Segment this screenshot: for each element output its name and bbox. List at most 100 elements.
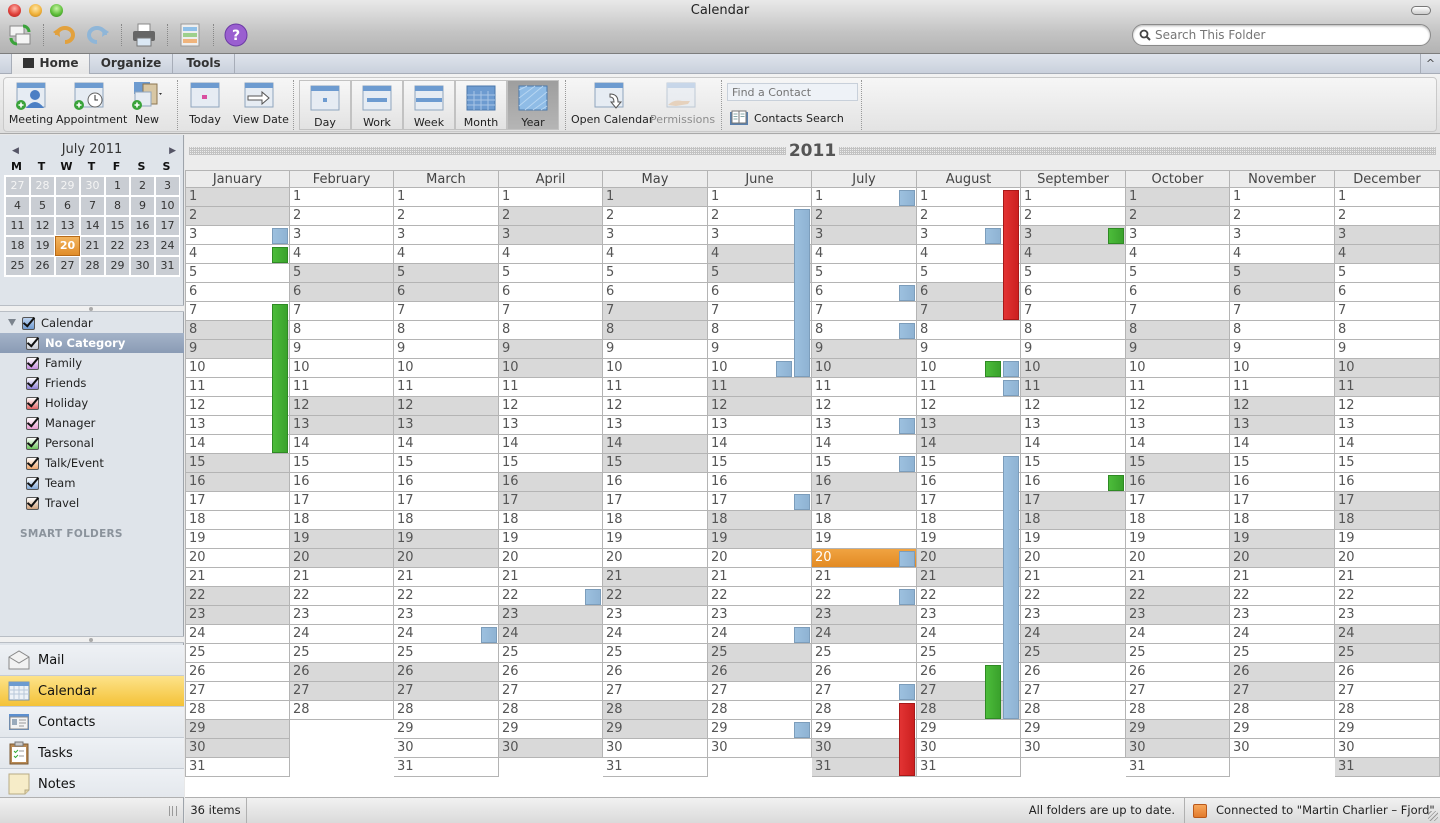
day-cell[interactable]: 16 [499, 473, 603, 492]
event-blue-marker[interactable] [1003, 361, 1019, 377]
day-cell[interactable]: 10 [603, 359, 708, 378]
day-cell[interactable]: 23 [1021, 606, 1126, 625]
day-cell[interactable]: 19 [499, 530, 603, 549]
day-cell[interactable]: 29 [499, 720, 603, 739]
event-blue-marker[interactable] [899, 285, 915, 301]
day-cell[interactable]: 26 [290, 663, 394, 682]
day-cell[interactable]: 23 [1126, 606, 1230, 625]
event-blue-marker[interactable] [899, 323, 915, 339]
day-cell[interactable]: 5 [1230, 264, 1335, 283]
day-cell[interactable]: 31 [1126, 758, 1230, 777]
category-item[interactable]: Team [0, 473, 184, 493]
day-cell[interactable]: 25 [1021, 644, 1126, 663]
day-cell[interactable]: 28 [186, 701, 290, 720]
event-red-marker[interactable] [899, 703, 915, 776]
tab-home[interactable]: Home [11, 54, 90, 75]
day-cell[interactable]: 11 [290, 378, 394, 397]
day-cell[interactable]: 25 [186, 644, 290, 663]
day-cell[interactable]: 19 [708, 530, 812, 549]
event-blue-marker[interactable] [985, 228, 1001, 244]
event-green-marker[interactable] [272, 304, 288, 453]
day-cell[interactable]: 8 [1335, 321, 1440, 340]
mini-calendar-day[interactable]: 27 [55, 256, 80, 276]
mini-calendar-day[interactable]: 13 [55, 216, 80, 236]
day-cell[interactable]: 19 [290, 530, 394, 549]
day-cell[interactable]: 13 [499, 416, 603, 435]
day-cell[interactable]: 14 [1335, 435, 1440, 454]
day-cell[interactable]: 20 [186, 549, 290, 568]
day-cell[interactable]: 2 [603, 207, 708, 226]
day-cell[interactable]: 27 [603, 682, 708, 701]
day-cell[interactable]: 30 [394, 739, 499, 758]
nav-splitter[interactable] [0, 636, 184, 643]
day-cell[interactable]: 28 [499, 701, 603, 720]
day-cell[interactable]: 5 [1335, 264, 1440, 283]
tab-tools[interactable]: Tools [173, 54, 235, 74]
day-cell[interactable]: 21 [1126, 568, 1230, 587]
event-blue-marker[interactable] [794, 209, 810, 377]
day-cell[interactable]: 18 [1021, 511, 1126, 530]
day-cell[interactable]: 6 [1335, 283, 1440, 302]
calendar-root-item[interactable]: Calendar [0, 313, 184, 333]
day-cell[interactable]: 24 [290, 625, 394, 644]
new-meeting-button[interactable]: Meeting [8, 78, 54, 130]
undo-icon[interactable] [52, 22, 78, 48]
day-cell[interactable]: 9 [1335, 340, 1440, 359]
mini-calendar-day[interactable]: 21 [80, 236, 105, 256]
day-cell[interactable]: 26 [812, 663, 917, 682]
day-cell[interactable]: 11 [1021, 378, 1126, 397]
day-cell[interactable]: 17 [1126, 492, 1230, 511]
day-cell[interactable]: 24 [1126, 625, 1230, 644]
day-cell[interactable]: 2 [499, 207, 603, 226]
day-cell[interactable]: 23 [708, 606, 812, 625]
day-cell[interactable]: 29 [1230, 720, 1335, 739]
day-cell[interactable]: 30 [1126, 739, 1230, 758]
day-cell[interactable]: 8 [1230, 321, 1335, 340]
event-blue-marker[interactable] [794, 722, 810, 738]
mini-calendar-day[interactable]: 27 [5, 176, 30, 196]
mini-calendar-day[interactable]: 12 [30, 216, 55, 236]
category-item[interactable]: Holiday [0, 393, 184, 413]
event-green-marker[interactable] [985, 361, 1001, 377]
day-cell[interactable]: 23 [812, 606, 917, 625]
day-cell[interactable]: 7 [290, 302, 394, 321]
mini-calendar-day[interactable]: 31 [155, 256, 180, 276]
event-blue-marker[interactable] [1003, 380, 1019, 396]
day-cell[interactable]: 19 [186, 530, 290, 549]
day-cell[interactable]: 3 [499, 226, 603, 245]
day-cell[interactable]: 1 [186, 188, 290, 207]
day-cell[interactable]: 22 [290, 587, 394, 606]
day-cell[interactable]: 30 [603, 739, 708, 758]
day-cell[interactable]: 12 [708, 397, 812, 416]
day-cell[interactable]: 25 [603, 644, 708, 663]
day-cell[interactable]: 26 [708, 663, 812, 682]
window-resize-grip[interactable] [1428, 811, 1438, 821]
day-cell[interactable]: 14 [1126, 435, 1230, 454]
day-cell[interactable]: 17 [603, 492, 708, 511]
day-cell[interactable]: 4 [394, 245, 499, 264]
day-cell[interactable]: 9 [1230, 340, 1335, 359]
day-cell[interactable]: 24 [1230, 625, 1335, 644]
day-cell[interactable]: 6 [186, 283, 290, 302]
day-cell[interactable]: 2 [1126, 207, 1230, 226]
day-cell[interactable]: 4 [290, 245, 394, 264]
checkbox-checked-icon[interactable] [26, 376, 39, 390]
day-cell[interactable]: 22 [603, 587, 708, 606]
day-cell[interactable]: 4 [499, 245, 603, 264]
day-cell[interactable]: 25 [1126, 644, 1230, 663]
day-cell[interactable]: 31 [186, 758, 290, 777]
view-month-button[interactable]: Month [455, 80, 507, 130]
day-cell[interactable]: 27 [1230, 682, 1335, 701]
day-cell[interactable]: 17 [290, 492, 394, 511]
day-cell[interactable]: 9 [290, 340, 394, 359]
day-cell[interactable]: 17 [186, 492, 290, 511]
day-cell[interactable]: 31 [917, 758, 1021, 777]
day-cell[interactable]: 30 [499, 739, 603, 758]
day-cell[interactable]: 19 [394, 530, 499, 549]
day-cell[interactable]: 1 [1021, 188, 1126, 207]
day-cell[interactable]: 27 [1126, 682, 1230, 701]
day-cell[interactable]: 26 [1230, 663, 1335, 682]
event-blue-marker[interactable] [899, 418, 915, 434]
event-green-marker[interactable] [272, 247, 288, 263]
day-cell[interactable]: 13 [917, 416, 1021, 435]
